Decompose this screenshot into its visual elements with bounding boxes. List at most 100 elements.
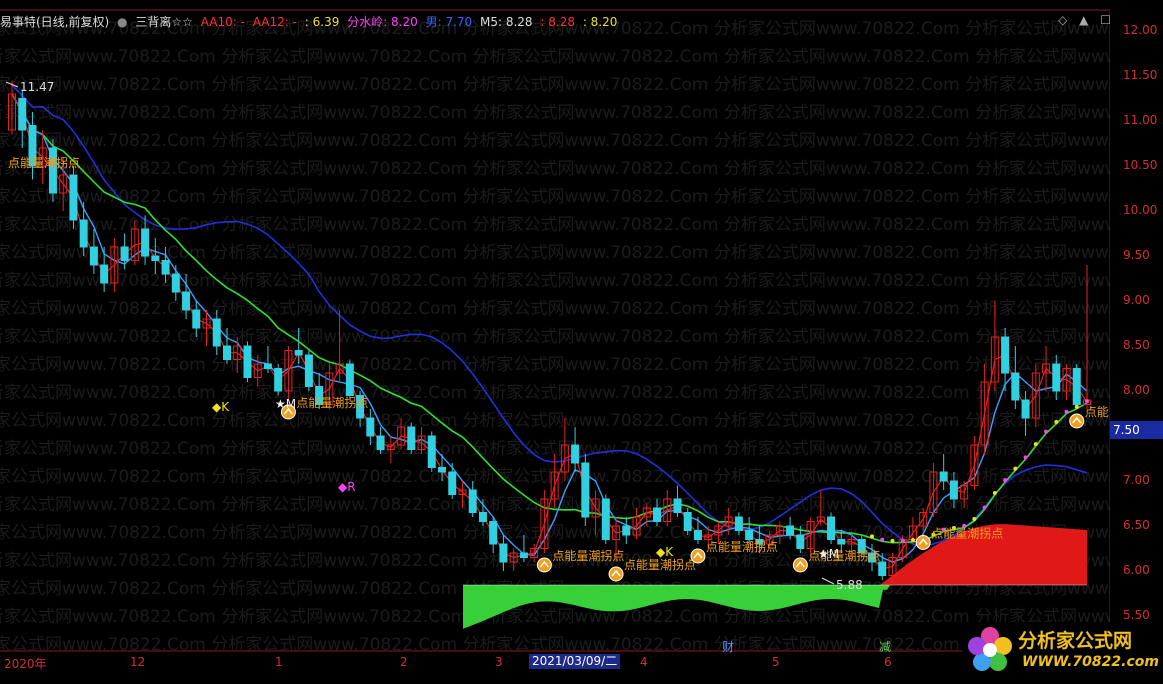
date-tick: 6 [884, 655, 892, 669]
ma-line-red [11, 93, 1088, 570]
signal-circle-icon [792, 557, 808, 573]
signal-dot [1085, 399, 1089, 404]
event-marker-jian[interactable]: 减 [879, 638, 891, 655]
ma-line-green [11, 93, 1088, 544]
price-chart[interactable]: 点能量潮拐点点能量潮拐点点能量潮拐点点能量潮拐点点能量潮拐点点能量潮拐点点能点能… [0, 0, 1110, 652]
candle-body [622, 525, 631, 536]
signal-label: 点能量潮拐点 [931, 526, 1003, 541]
indicator-name[interactable]: 三背离☆☆ [135, 15, 193, 29]
candle-body [837, 539, 846, 545]
price-tick: 7.00 [1123, 473, 1150, 487]
signal-circle-icon [690, 548, 706, 564]
m5-value: M5: 8.28 [480, 15, 533, 29]
date-tick: 4 [640, 655, 648, 669]
signal-dot [1023, 455, 1028, 460]
candle-body [161, 260, 170, 275]
high-price-label: 11.47 [20, 80, 54, 94]
candle-body [673, 498, 682, 513]
event-marker-cai[interactable]: 财 [722, 638, 734, 655]
candle-body [1021, 399, 1030, 419]
candle-body [878, 561, 887, 576]
candle-body [653, 507, 661, 522]
signal-dot [870, 534, 874, 539]
candle-body [48, 147, 57, 194]
signal-dot [1033, 442, 1038, 447]
price-tick: 8.00 [1123, 383, 1150, 397]
candle-body [949, 480, 958, 500]
candle-body [223, 345, 231, 360]
date-tick: 3 [495, 655, 503, 669]
signal-dot [1064, 409, 1069, 414]
candle-body [407, 426, 416, 450]
price-tick: 11.00 [1123, 113, 1158, 127]
stock-title[interactable]: 易事特(日线,前复权) [0, 15, 109, 29]
price-axis[interactable]: 12.00 11.50 11.00 10.50 10.00 9.50 9.00 8.50 8.0… [1110, 0, 1163, 650]
candle-body [468, 489, 477, 513]
signal-dot [982, 505, 987, 510]
low-pointer [821, 577, 835, 585]
candle-body [345, 363, 354, 396]
candle-body [827, 516, 836, 540]
signal-dot [890, 538, 895, 543]
candle-body [571, 444, 580, 464]
candle-body [212, 318, 221, 347]
candle-body [427, 435, 436, 468]
k-mark: ◆K [656, 545, 674, 559]
diamond-icon[interactable]: ◇ [1058, 13, 1067, 27]
price-tick: 5.50 [1123, 608, 1150, 622]
signal-label: 点能量潮拐点 [706, 539, 778, 554]
candle-body [243, 345, 252, 378]
value-2: : 8.28 [540, 15, 575, 29]
candle-body [745, 530, 754, 540]
candle-body [18, 98, 27, 131]
candle-body [499, 543, 508, 563]
candle-body [294, 350, 303, 356]
candle-body [151, 255, 160, 261]
value-1: : 6.39 [304, 15, 340, 29]
signal-circle-icon [536, 557, 552, 573]
candle-body [601, 498, 610, 540]
signal-circle-icon [915, 535, 931, 550]
candle-body [192, 309, 201, 329]
price-tick: 9.50 [1123, 248, 1150, 262]
candle-body [100, 264, 109, 284]
candle-body [304, 354, 313, 387]
signal-label: 点能量潮拐点 [8, 155, 80, 170]
m-mark: ★M [275, 397, 296, 411]
price-tick: 6.50 [1123, 518, 1150, 532]
signal-dot [900, 538, 905, 543]
signal-label: 点能量潮拐点 [296, 395, 368, 410]
candle-body [182, 291, 191, 311]
candle-body [376, 435, 385, 450]
candle-body [1072, 368, 1081, 405]
candle-body [448, 471, 457, 495]
candle-body [1052, 363, 1061, 392]
candle-body [438, 467, 446, 473]
candle-body [683, 512, 692, 531]
date-tick: 2 [400, 655, 408, 669]
indicator-header: 易事特(日线,前复权) ● 三背离☆☆ AA10: - AA12: - : 6.… [0, 13, 1090, 31]
candle-body [274, 368, 283, 392]
ma-line-skyblue [11, 93, 1088, 563]
site-logo: 分析家公式网 WWW.70822.com [962, 622, 1162, 680]
price-tick: 10.50 [1123, 158, 1158, 172]
m-mark: ★M [818, 547, 839, 561]
ma-line-blue [11, 84, 1088, 547]
selected-date: 2021/03/09/二 [529, 654, 621, 669]
signal-dot [1044, 429, 1049, 434]
signal-dot [972, 517, 977, 522]
signal-dot [1013, 466, 1018, 471]
candle-body [489, 521, 498, 545]
signal-label: 点能 [1085, 405, 1109, 419]
candle-body [796, 534, 805, 549]
value-3: : 8.20 [582, 15, 618, 29]
low-price-label: 5.88 [836, 578, 863, 592]
candle-body [120, 246, 129, 261]
fenshuiling-value: 分水岭: 8.20 [347, 15, 418, 29]
candle-body [1001, 336, 1010, 374]
date-tick: 12 [130, 655, 146, 669]
candle-body [69, 174, 78, 221]
triangle-icon[interactable]: ▲ [1079, 13, 1088, 27]
volume-area-green [463, 585, 890, 629]
settings-icon[interactable]: ● [117, 15, 127, 29]
